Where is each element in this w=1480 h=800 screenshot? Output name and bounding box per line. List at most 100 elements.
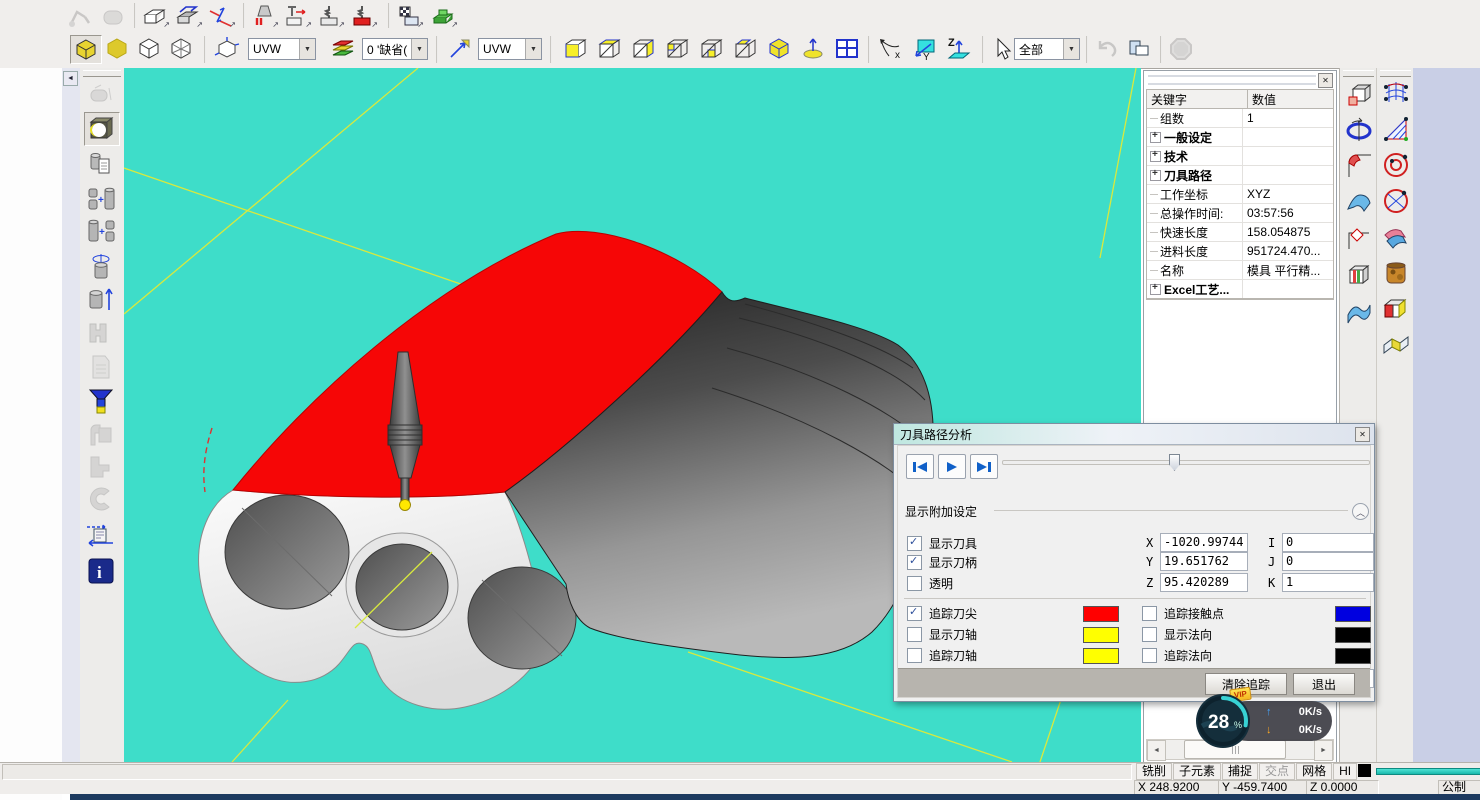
- check-row[interactable]: 追踪刀轴: [907, 647, 977, 663]
- color-swatch[interactable]: [1083, 627, 1119, 643]
- yellow-patch-box-icon[interactable]: [1379, 330, 1413, 360]
- toolbar-grip[interactable]: [1380, 70, 1411, 77]
- check-row[interactable]: 追踪法向: [1142, 647, 1212, 663]
- color-swatch[interactable]: [1083, 648, 1119, 664]
- view-face-6-icon[interactable]: [730, 35, 760, 62]
- skip-end-button[interactable]: [970, 454, 998, 479]
- uvw-arrow-icon[interactable]: [444, 35, 474, 62]
- multiface-box-icon[interactable]: [1342, 260, 1376, 290]
- view-face-1-icon[interactable]: [560, 35, 590, 62]
- dialog-titlebar[interactable]: 刀具路径分析: [894, 424, 1374, 445]
- checkbox[interactable]: [907, 627, 922, 642]
- check-row[interactable]: 追踪刀尖: [907, 605, 977, 621]
- info-icon[interactable]: i: [84, 556, 118, 586]
- robot-arm-icon[interactable]: [66, 2, 96, 29]
- axis-x-icon[interactable]: x: [876, 35, 906, 62]
- mode-intersection[interactable]: 交点: [1259, 763, 1295, 780]
- ball-in-box-icon[interactable]: [84, 112, 120, 146]
- play-button[interactable]: [938, 454, 966, 479]
- view-face-3-icon[interactable]: [628, 35, 658, 62]
- expand-icon[interactable]: [1150, 284, 1161, 295]
- property-row[interactable]: 组数1: [1147, 109, 1333, 128]
- property-row[interactable]: 进料长度951724.470...: [1147, 242, 1333, 261]
- mode-snap[interactable]: 捕捉: [1222, 763, 1258, 780]
- swept-surface-icon[interactable]: [1342, 188, 1376, 218]
- drill-on-stock-icon[interactable]: ↗: [315, 2, 345, 29]
- column-value[interactable]: 数值: [1248, 90, 1333, 108]
- measure-distance-icon[interactable]: ↗: [206, 2, 236, 29]
- layers-icon[interactable]: [328, 35, 358, 62]
- axis-cube-icon[interactable]: [212, 35, 242, 62]
- toolbar-grip[interactable]: [83, 70, 121, 77]
- expand-icon[interactable]: [1150, 170, 1161, 181]
- surface-stack-icon[interactable]: [1379, 222, 1413, 252]
- dropdown-arrow-icon[interactable]: [299, 39, 315, 59]
- cube-solid-icon[interactable]: [102, 35, 132, 62]
- tool-holder-icon[interactable]: ↗: [249, 2, 279, 29]
- column-key[interactable]: 关键字: [1147, 90, 1248, 108]
- uvw-select-1[interactable]: UVW: [248, 38, 316, 60]
- slider-thumb[interactable]: [1169, 454, 1180, 471]
- view-face-5-icon[interactable]: [696, 35, 726, 62]
- progress-circle[interactable]: 28 %: [1194, 692, 1252, 750]
- cube-hidden-line-icon[interactable]: [166, 35, 196, 62]
- check-row[interactable]: 显示刀柄: [907, 554, 977, 570]
- property-row[interactable]: 技术: [1147, 147, 1333, 166]
- k-vector-field[interactable]: 1: [1282, 573, 1374, 592]
- cylinder-join-icon[interactable]: +: [84, 184, 118, 214]
- stop-octagon-icon[interactable]: [1166, 35, 1196, 62]
- property-row[interactable]: 快速长度158.054875: [1147, 223, 1333, 242]
- simulate-check-icon[interactable]: ↗: [394, 2, 424, 29]
- cylinder-lift-icon[interactable]: [84, 284, 118, 314]
- color-swatch[interactable]: [1083, 606, 1119, 622]
- color-swatch[interactable]: [1335, 606, 1371, 622]
- view-plan-icon[interactable]: [798, 35, 828, 62]
- lasso-gray-icon[interactable]: [84, 80, 118, 110]
- playback-slider[interactable]: [1002, 460, 1370, 465]
- concentric-circles-icon[interactable]: [1379, 150, 1413, 180]
- panel-close-button[interactable]: [1318, 73, 1333, 88]
- expand-icon[interactable]: [1150, 151, 1161, 162]
- scroll-left-icon[interactable]: [1147, 740, 1166, 761]
- property-row[interactable]: 工作坐标XYZ: [1147, 185, 1333, 204]
- expand-icon[interactable]: [1150, 132, 1161, 143]
- collapse-section-icon[interactable]: [1352, 503, 1369, 520]
- checkbox[interactable]: [1142, 648, 1157, 663]
- view-iso-icon[interactable]: [764, 35, 794, 62]
- triangle-mesh-icon[interactable]: [1379, 114, 1413, 144]
- document-gray-icon[interactable]: [84, 352, 118, 382]
- cylinder-split-icon[interactable]: +: [84, 216, 118, 246]
- i-vector-field[interactable]: 0: [1282, 533, 1374, 552]
- exit-button[interactable]: 退出: [1293, 673, 1355, 695]
- check-row[interactable]: 显示刀具: [907, 535, 977, 551]
- property-row[interactable]: 名称模具 平行精...: [1147, 261, 1333, 280]
- torus-rotate-icon[interactable]: [1342, 116, 1376, 146]
- mode-hi[interactable]: HI: [1333, 763, 1357, 780]
- mode-milling[interactable]: 铣削: [1136, 763, 1172, 780]
- c-clamp-icon[interactable]: [84, 484, 118, 514]
- axis-xy-icon[interactable]: Y: [910, 35, 940, 62]
- step-block-icon[interactable]: [84, 452, 118, 482]
- cube-wireframe-icon[interactable]: [134, 35, 164, 62]
- property-row[interactable]: 一般设定: [1147, 128, 1333, 147]
- checkbox[interactable]: [1142, 606, 1157, 621]
- dropdown-arrow-icon[interactable]: [411, 39, 427, 59]
- mesh-grid-icon[interactable]: [1379, 78, 1413, 108]
- y-position-field[interactable]: 19.651762: [1160, 552, 1248, 571]
- checkbox[interactable]: [907, 606, 922, 621]
- scroll-right-icon[interactable]: [1314, 740, 1333, 761]
- property-row[interactable]: 刀具路径: [1147, 166, 1333, 185]
- stock-box-icon[interactable]: ↗: [140, 2, 170, 29]
- document-transfer-icon[interactable]: [84, 520, 118, 550]
- view-face-4-icon[interactable]: [662, 35, 692, 62]
- checkbox[interactable]: [1142, 627, 1157, 642]
- toolbar-grip[interactable]: [1343, 70, 1374, 77]
- cylinder-rotate-icon[interactable]: [84, 252, 118, 282]
- dialog-close-button[interactable]: [1355, 427, 1370, 442]
- wave-surface-icon[interactable]: [1342, 296, 1376, 326]
- machine-green-icon[interactable]: ↗: [428, 2, 458, 29]
- bracket-clamp-icon[interactable]: [84, 318, 118, 348]
- box-red-corner-icon[interactable]: [1342, 80, 1376, 110]
- j-vector-field[interactable]: 0: [1282, 552, 1374, 571]
- stock-extend-icon[interactable]: ↗: [173, 2, 203, 29]
